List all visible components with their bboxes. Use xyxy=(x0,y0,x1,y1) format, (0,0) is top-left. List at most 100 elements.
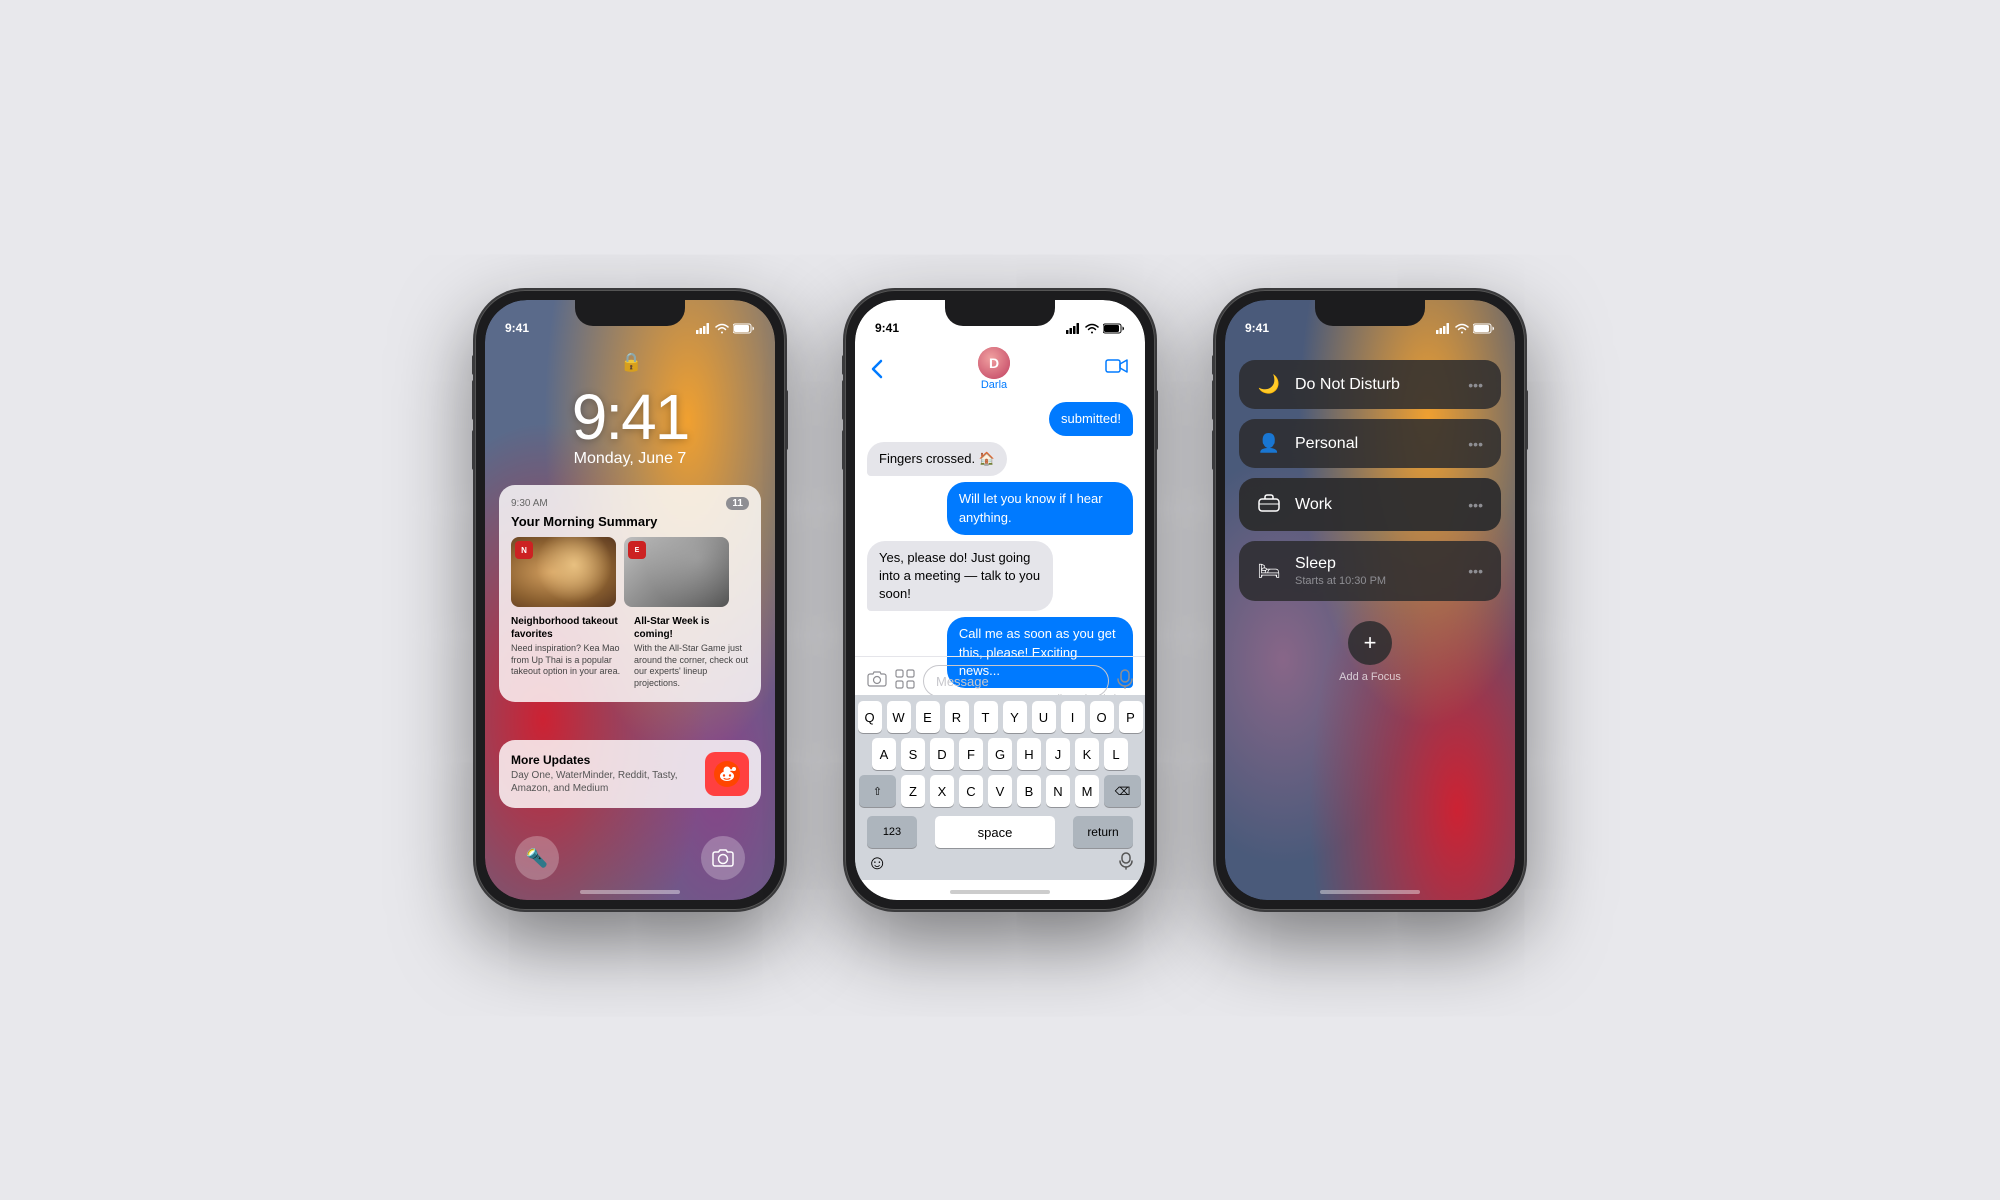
focus-item-sleep[interactable]: 🛏 Sleep Starts at 10:30 PM ••• xyxy=(1239,541,1501,601)
signal-icon xyxy=(696,323,711,334)
notif-images: N E xyxy=(511,537,749,607)
key-K[interactable]: K xyxy=(1075,738,1099,770)
battery-icon-2 xyxy=(1103,323,1125,334)
notch-3 xyxy=(1315,300,1425,326)
focus-item-sleep-left: 🛏 Sleep Starts at 10:30 PM xyxy=(1257,555,1386,587)
key-O[interactable]: O xyxy=(1090,701,1114,733)
key-P[interactable]: P xyxy=(1119,701,1143,733)
key-S[interactable]: S xyxy=(901,738,925,770)
key-shift[interactable]: ⇧ xyxy=(859,775,896,807)
key-space[interactable]: space xyxy=(935,816,1055,848)
notif-articles: Neighborhood takeout favorites Need insp… xyxy=(511,615,749,690)
volume-down-3 xyxy=(1212,430,1215,470)
notif-article-1: Neighborhood takeout favorites Need insp… xyxy=(511,615,626,690)
key-W[interactable]: W xyxy=(887,701,911,733)
key-C[interactable]: C xyxy=(959,775,983,807)
volume-down-button xyxy=(472,430,475,470)
focus-dnd-label: Do Not Disturb xyxy=(1295,376,1400,394)
wifi-icon xyxy=(715,323,729,334)
more-updates-title: More Updates xyxy=(511,753,705,767)
key-R[interactable]: R xyxy=(945,701,969,733)
video-call-button[interactable] xyxy=(1105,357,1129,381)
notif-title: Your Morning Summary xyxy=(511,514,749,529)
focus-sleep-more[interactable]: ••• xyxy=(1468,563,1483,579)
key-B[interactable]: B xyxy=(1017,775,1041,807)
focus-work-more[interactable]: ••• xyxy=(1468,497,1483,513)
key-V[interactable]: V xyxy=(988,775,1012,807)
key-E[interactable]: E xyxy=(916,701,940,733)
notif-article-1-title: Neighborhood takeout favorites xyxy=(511,615,626,641)
focus-item-work[interactable]: Work ••• xyxy=(1239,478,1501,531)
focus-item-personal[interactable]: 👤 Personal ••• xyxy=(1239,419,1501,468)
message-bubble-sent-1: submitted! xyxy=(867,402,1133,436)
focus-panel: 🌙 Do Not Disturb ••• 👤 Personal ••• xyxy=(1239,360,1501,683)
home-indicator-3 xyxy=(1320,890,1420,894)
key-Z[interactable]: Z xyxy=(901,775,925,807)
emoji-key[interactable]: ☺ xyxy=(867,852,887,875)
bed-icon: 🛏 xyxy=(1257,561,1281,582)
notif-article-2-body: With the All-Star Game just around the c… xyxy=(634,643,749,690)
key-M[interactable]: M xyxy=(1075,775,1099,807)
status-time-3: 9:41 xyxy=(1245,321,1269,335)
key-N[interactable]: N xyxy=(1046,775,1070,807)
home-indicator-2 xyxy=(950,890,1050,894)
add-focus-button[interactable]: + xyxy=(1348,621,1392,665)
key-G[interactable]: G xyxy=(988,738,1012,770)
key-Y[interactable]: Y xyxy=(1003,701,1027,733)
signal-icon-3 xyxy=(1436,323,1451,334)
focus-dnd-more[interactable]: ••• xyxy=(1468,377,1483,393)
key-H[interactable]: H xyxy=(1017,738,1041,770)
key-U[interactable]: U xyxy=(1032,701,1056,733)
messages-header: D Darla xyxy=(855,344,1145,394)
camera-input-icon[interactable] xyxy=(867,670,887,693)
key-123[interactable]: 123 xyxy=(867,816,917,848)
key-I[interactable]: I xyxy=(1061,701,1085,733)
wifi-icon-3 xyxy=(1455,323,1469,334)
key-F[interactable]: F xyxy=(959,738,983,770)
notif-time: 9:30 AM xyxy=(511,498,548,509)
audio-input-icon[interactable] xyxy=(1117,669,1133,694)
back-button[interactable] xyxy=(871,359,883,379)
more-updates-text: More Updates Day One, WaterMinder, Reddi… xyxy=(511,753,705,795)
notch xyxy=(575,300,685,326)
bubble-text: Fingers crossed. 🏠 xyxy=(867,442,1007,476)
lock-date: Monday, June 7 xyxy=(485,450,775,468)
mic-key[interactable] xyxy=(1119,852,1133,875)
battery-icon-3 xyxy=(1473,323,1495,334)
phone-3-screen: 9:41 xyxy=(1225,300,1515,900)
camera-button[interactable] xyxy=(701,836,745,880)
key-Q[interactable]: Q xyxy=(858,701,882,733)
key-D[interactable]: D xyxy=(930,738,954,770)
keyboard-row-3: ⇧ Z X C V B N M ⌫ xyxy=(859,775,1141,807)
key-J[interactable]: J xyxy=(1046,738,1070,770)
person-icon: 👤 xyxy=(1257,433,1281,454)
contact-avatar: D xyxy=(978,347,1010,379)
phone-1-screen: 9:41 🔒 9 xyxy=(485,300,775,900)
message-bubble-received-1: Fingers crossed. 🏠 xyxy=(867,442,1133,476)
focus-item-dnd-left: 🌙 Do Not Disturb xyxy=(1257,374,1400,395)
key-T[interactable]: T xyxy=(974,701,998,733)
notification-card[interactable]: 9:30 AM 11 Your Morning Summary N E Neig… xyxy=(499,485,761,702)
key-X[interactable]: X xyxy=(930,775,954,807)
key-L[interactable]: L xyxy=(1104,738,1128,770)
apps-input-icon[interactable] xyxy=(895,669,915,694)
contact-info[interactable]: D Darla xyxy=(978,347,1010,391)
key-delete[interactable]: ⌫ xyxy=(1104,775,1141,807)
focus-personal-more[interactable]: ••• xyxy=(1468,436,1483,452)
status-icons-3 xyxy=(1436,323,1495,334)
message-bubble-received-2: Yes, please do! Just going into a meetin… xyxy=(867,541,1133,612)
silent-switch-3 xyxy=(1212,355,1215,375)
flashlight-button[interactable]: 🔦 xyxy=(515,836,559,880)
message-text-input[interactable]: Message xyxy=(923,665,1109,697)
key-return[interactable]: return xyxy=(1073,816,1133,848)
food-app-icon: N xyxy=(515,541,533,559)
focus-item-dnd[interactable]: 🌙 Do Not Disturb ••• xyxy=(1239,360,1501,409)
briefcase-icon xyxy=(1257,492,1281,517)
side-button-2 xyxy=(1155,390,1158,450)
focus-sleep-label: Sleep xyxy=(1295,555,1386,573)
key-A[interactable]: A xyxy=(872,738,896,770)
silent-switch-2 xyxy=(842,355,845,375)
more-updates-card[interactable]: More Updates Day One, WaterMinder, Reddi… xyxy=(499,740,761,808)
wifi-icon-2 xyxy=(1085,323,1099,334)
sport-app-icon: E xyxy=(628,541,646,559)
